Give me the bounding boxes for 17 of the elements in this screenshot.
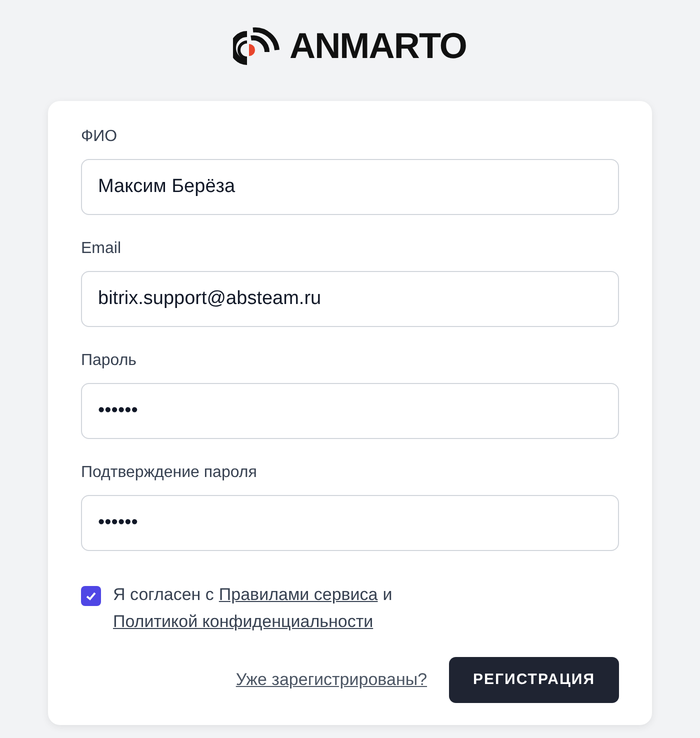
register-button[interactable]: РЕГИСТРАЦИЯ bbox=[449, 657, 619, 703]
input-field[interactable]: Максим Берёза bbox=[81, 159, 619, 215]
field-label: Подтверждение пароля bbox=[81, 463, 258, 483]
logo-text: ANMARTO bbox=[289, 24, 467, 68]
input-field[interactable]: •••••• bbox=[81, 495, 619, 551]
login-link[interactable]: Уже зарегистрированы? bbox=[236, 667, 428, 693]
agreement-text: Я согласен с bbox=[113, 584, 214, 606]
agreement-link[interactable]: Политикой конфиденциальности bbox=[113, 608, 374, 635]
field-label: Email bbox=[81, 239, 122, 259]
field-label: ФИО bbox=[81, 127, 118, 147]
agreement-text: и bbox=[382, 584, 392, 606]
agreement-link[interactable]: Правилами сервиса bbox=[218, 581, 378, 608]
input-field[interactable]: •••••• bbox=[81, 383, 619, 439]
agreement-checkbox[interactable] bbox=[81, 586, 101, 606]
check-icon bbox=[85, 590, 97, 602]
input-field[interactable]: bitrix.support@absteam.ru bbox=[81, 271, 619, 327]
field-label: Пароль bbox=[81, 351, 138, 371]
